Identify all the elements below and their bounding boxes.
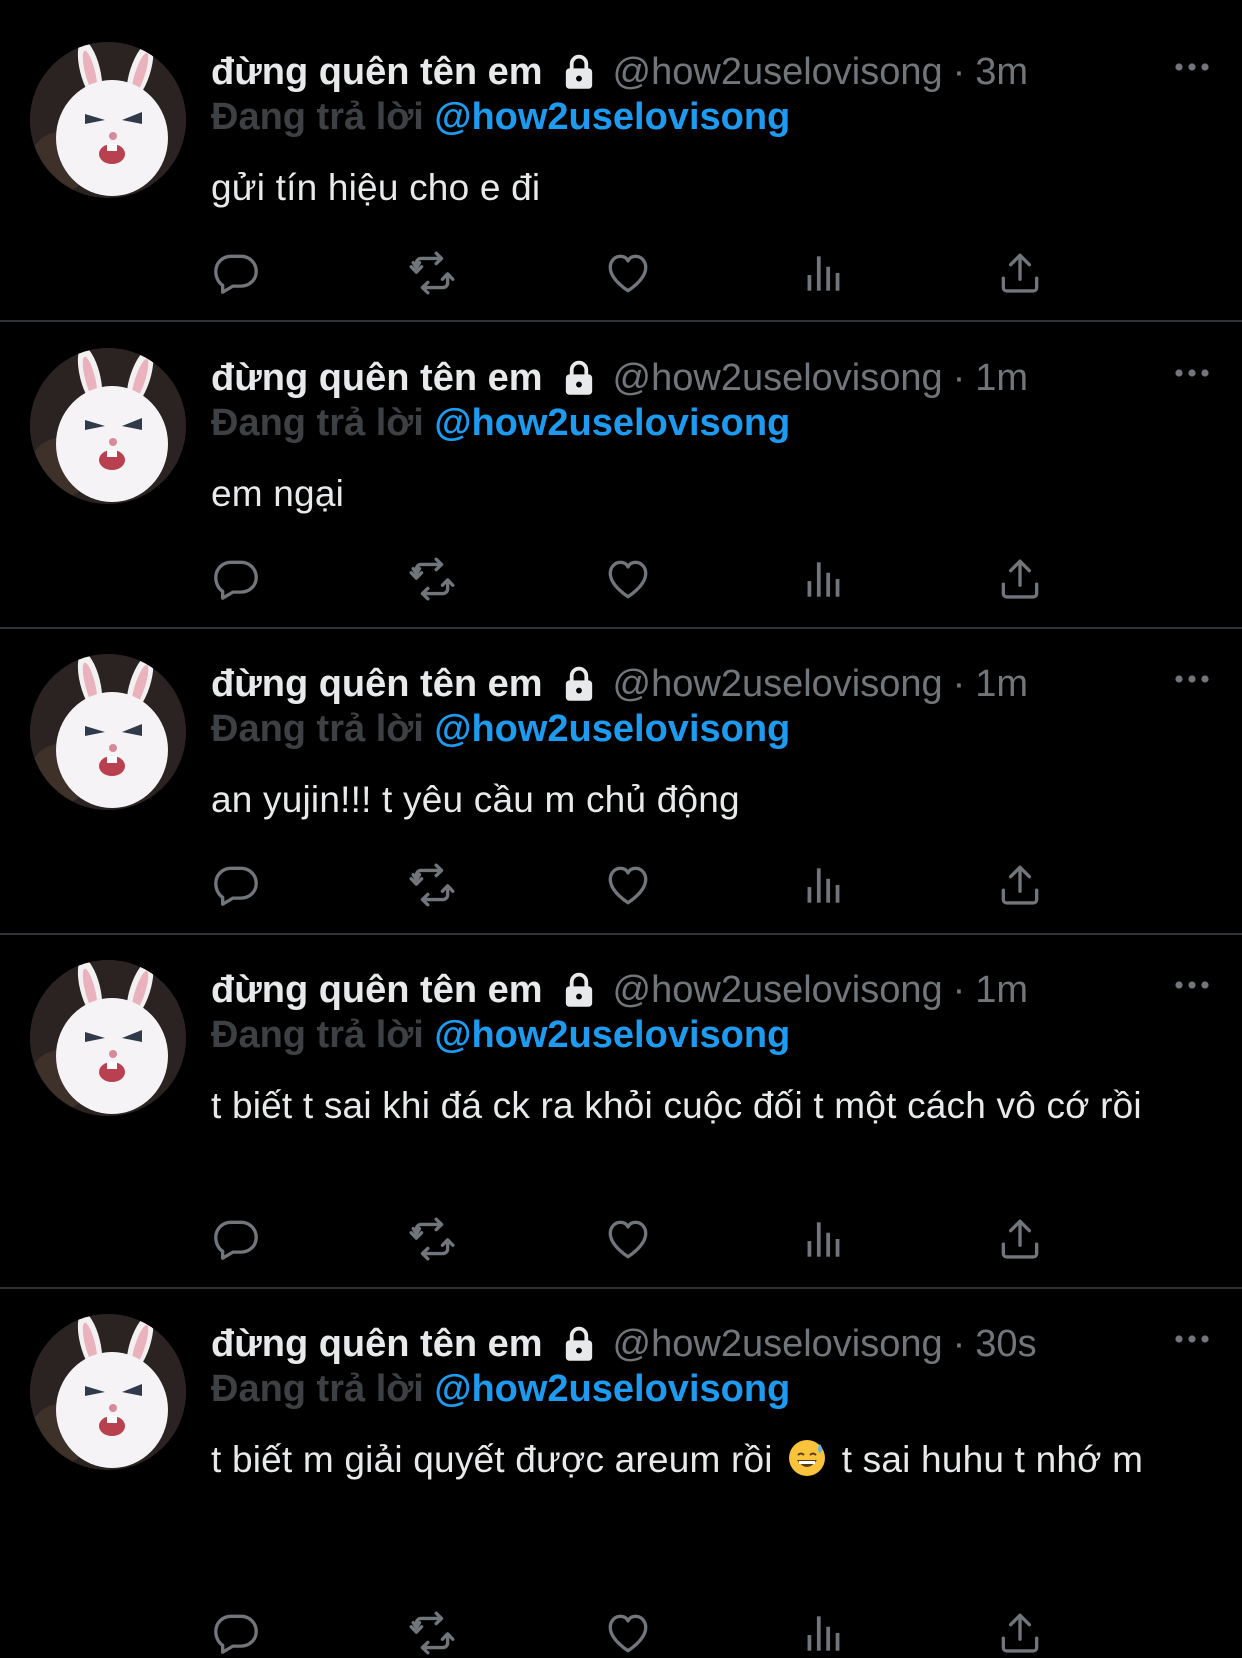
tweet-header: đừng quên tên em @how2uselovisong · 30s (211, 1320, 1212, 1368)
reply-handle-link[interactable]: @how2uselovisong (434, 1368, 790, 1410)
separator-dot: · (952, 50, 966, 93)
tweet-time[interactable]: 1m (975, 663, 1028, 706)
display-name[interactable]: đừng quên tên em (211, 969, 543, 1012)
share-icon[interactable] (995, 860, 1045, 910)
reply-handle-link[interactable]: @how2uselovisong (434, 1014, 790, 1056)
action-bar (211, 248, 1091, 298)
tweet-time[interactable]: 1m (975, 969, 1028, 1012)
user-handle[interactable]: @how2uselovisong (613, 357, 943, 400)
tweet-header: đừng quên tên em @how2uselovisong · 3m (211, 48, 1212, 96)
share-icon[interactable] (995, 1608, 1045, 1658)
tweet-text: t biết t sai khi đá ck ra khỏi cuộc đối … (211, 1085, 1142, 1126)
user-handle[interactable]: @how2uselovisong (613, 969, 943, 1012)
display-name[interactable]: đừng quên tên em (211, 51, 543, 94)
retweet-icon[interactable] (407, 860, 457, 910)
tweet-text-part: t sai huhu t nhớ m (841, 1439, 1144, 1480)
reply-prefix: Đang trả lời (211, 402, 424, 444)
more-options-icon[interactable] (1172, 52, 1212, 82)
like-icon[interactable] (603, 860, 653, 910)
avatar[interactable] (30, 1314, 186, 1470)
like-icon[interactable] (603, 554, 653, 604)
grinning-sweat-emoji (787, 1438, 827, 1478)
more-options-icon[interactable] (1172, 1324, 1212, 1354)
tweet-card[interactable]: đừng quên tên em @how2uselovisong · 3m Đ… (0, 0, 1242, 306)
retweet-icon[interactable] (407, 554, 457, 604)
views-icon[interactable] (799, 860, 849, 910)
views-icon[interactable] (799, 1214, 849, 1264)
avatar[interactable] (30, 348, 186, 504)
tweet-time[interactable]: 3m (975, 51, 1028, 94)
separator-dot: · (952, 356, 966, 399)
tweet-text: an yujin!!! t yêu cầu m chủ động (211, 779, 740, 820)
avatar[interactable] (30, 654, 186, 810)
user-handle[interactable]: @how2uselovisong (613, 663, 943, 706)
tweet-time[interactable]: 1m (975, 357, 1028, 400)
reply-handle-link[interactable]: @how2uselovisong (434, 96, 790, 138)
user-handle[interactable]: @how2uselovisong (613, 51, 943, 94)
tweet-card[interactable]: đừng quên tên em @how2uselovisong · 30s … (0, 1272, 1242, 1655)
share-icon[interactable] (995, 554, 1045, 604)
reply-prefix: Đang trả lời (211, 1368, 424, 1410)
display-name[interactable]: đừng quên tên em (211, 1323, 543, 1366)
reply-prefix: Đang trả lời (211, 96, 424, 138)
reply-prefix: Đang trả lời (211, 1014, 424, 1056)
tweet-text: em ngại (211, 473, 345, 514)
user-handle[interactable]: @how2uselovisong (613, 1323, 943, 1366)
reply-icon[interactable] (211, 1214, 261, 1264)
retweet-icon[interactable] (407, 1214, 457, 1264)
reply-context: Đang trả lời @how2uselovisong (211, 708, 790, 754)
tweet-header: đừng quên tên em @how2uselovisong · 1m (211, 966, 1212, 1014)
tweet-card[interactable]: đừng quên tên em @how2uselovisong · 1m Đ… (0, 306, 1242, 612)
action-bar (211, 554, 1091, 604)
action-bar (211, 1608, 1091, 1658)
tweet-time[interactable]: 30s (975, 1323, 1036, 1366)
tweet-text: gửi tín hiệu cho e đi (211, 167, 541, 208)
tweet-card[interactable]: đừng quên tên em @how2uselovisong · 1m Đ… (0, 612, 1242, 918)
views-icon[interactable] (799, 1608, 849, 1658)
reply-icon[interactable] (211, 1608, 261, 1658)
separator-dot: · (952, 1322, 966, 1365)
retweet-icon[interactable] (407, 1608, 457, 1658)
reply-context: Đang trả lời @how2uselovisong (211, 96, 790, 142)
tweet-text-part: t biết m giải quyết được areum rồi (211, 1439, 773, 1480)
reply-icon[interactable] (211, 554, 261, 604)
avatar[interactable] (30, 960, 186, 1116)
lock-icon (561, 53, 597, 91)
tweet-text: t biết m giải quyết được areum rồi t sai… (211, 1436, 1201, 1484)
tweet-header: đừng quên tên em @how2uselovisong · 1m (211, 354, 1212, 402)
like-icon[interactable] (603, 1214, 653, 1264)
reply-handle-link[interactable]: @how2uselovisong (434, 708, 790, 750)
reply-context: Đang trả lời @how2uselovisong (211, 1368, 790, 1414)
reply-icon[interactable] (211, 860, 261, 910)
more-options-icon[interactable] (1172, 358, 1212, 388)
reply-context: Đang trả lời @how2uselovisong (211, 1014, 790, 1060)
retweet-icon[interactable] (407, 248, 457, 298)
more-options-icon[interactable] (1172, 970, 1212, 1000)
more-options-icon[interactable] (1172, 664, 1212, 694)
tweet-card[interactable]: đừng quên tên em @how2uselovisong · 1m Đ… (0, 918, 1242, 1270)
share-icon[interactable] (995, 248, 1045, 298)
like-icon[interactable] (603, 1608, 653, 1658)
like-icon[interactable] (603, 248, 653, 298)
lock-icon (561, 359, 597, 397)
views-icon[interactable] (799, 248, 849, 298)
separator-dot: · (952, 968, 966, 1011)
reply-handle-link[interactable]: @how2uselovisong (434, 402, 790, 444)
reply-icon[interactable] (211, 248, 261, 298)
action-bar (211, 1214, 1091, 1264)
lock-icon (561, 1325, 597, 1363)
separator-dot: · (952, 662, 966, 705)
reply-prefix: Đang trả lời (211, 708, 424, 750)
reply-context: Đang trả lời @how2uselovisong (211, 402, 790, 448)
display-name[interactable]: đừng quên tên em (211, 357, 543, 400)
lock-icon (561, 665, 597, 703)
avatar[interactable] (30, 42, 186, 198)
views-icon[interactable] (799, 554, 849, 604)
share-icon[interactable] (995, 1214, 1045, 1264)
action-bar (211, 860, 1091, 910)
lock-icon (561, 971, 597, 1009)
display-name[interactable]: đừng quên tên em (211, 663, 543, 706)
tweet-header: đừng quên tên em @how2uselovisong · 1m (211, 660, 1212, 708)
